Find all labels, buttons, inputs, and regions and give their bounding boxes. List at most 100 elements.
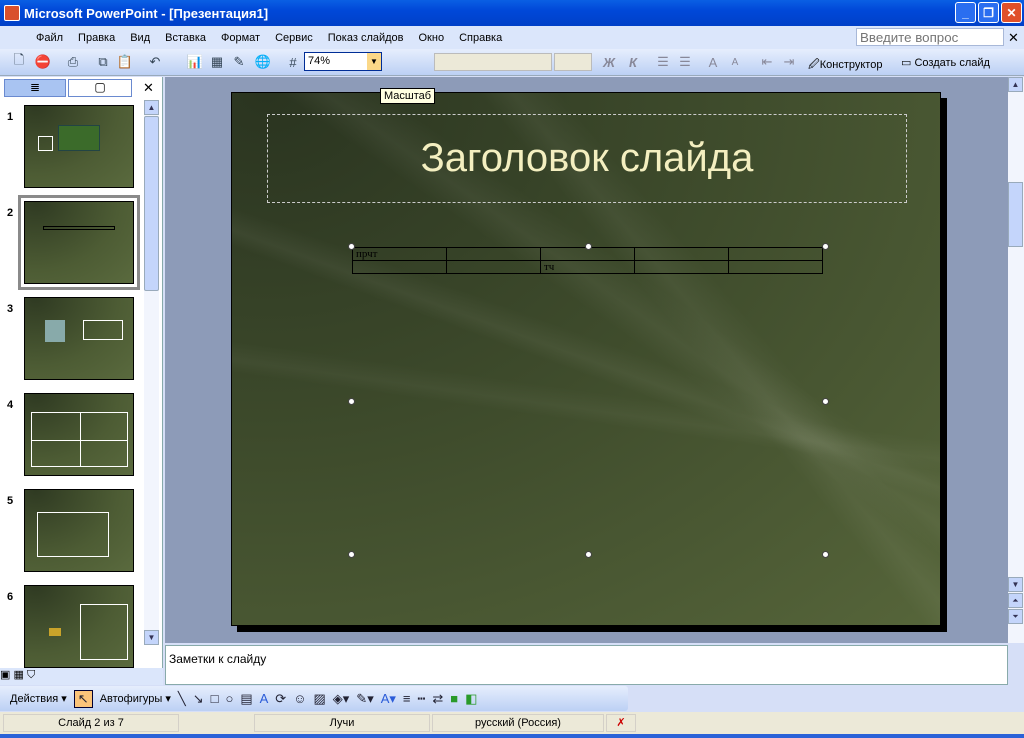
table-cell[interactable] [634, 260, 729, 274]
menu-help[interactable]: Справка [459, 32, 502, 44]
scroll-down-icon[interactable]: ▼ [1008, 577, 1023, 592]
3d-icon[interactable]: ◧ [465, 691, 477, 707]
powerpoint-app-icon[interactable] [4, 5, 20, 21]
slide-canvas[interactable]: Заголовок слайда прчт тч [231, 92, 941, 626]
print-icon[interactable]: ⎙ [64, 53, 82, 71]
resize-handle[interactable] [585, 243, 592, 250]
scroll-thumb[interactable] [144, 116, 159, 291]
oval-icon[interactable]: ○ [225, 691, 233, 706]
increase-indent-icon[interactable]: ⇥ [780, 53, 798, 71]
resize-handle[interactable] [585, 551, 592, 558]
numbering-icon[interactable]: ☰ [654, 53, 672, 71]
line-icon[interactable]: ╲ [178, 691, 186, 707]
select-pointer-icon[interactable]: ↖ [73, 689, 93, 708]
undo-icon[interactable]: ↶ [146, 53, 164, 71]
actions-menu[interactable]: Действия ▾ [10, 692, 67, 705]
menu-window[interactable]: Окно [419, 32, 445, 44]
resize-handle[interactable] [822, 551, 829, 558]
resize-handle[interactable] [822, 243, 829, 250]
menu-insert[interactable]: Вставка [165, 32, 206, 44]
minimize-button[interactable]: _ [955, 2, 976, 23]
menu-file[interactable]: Файл [36, 32, 63, 44]
slide-thumbnail-3[interactable] [24, 297, 134, 380]
help-question-input[interactable] [856, 28, 1004, 46]
chart-icon[interactable]: 📊 [186, 53, 204, 71]
textbox-icon[interactable]: ▤ [240, 691, 252, 707]
new-icon[interactable]: 🗋 [10, 52, 28, 71]
copy-icon[interactable]: ⧉ [94, 53, 112, 71]
spelling-icon[interactable]: ✗ [606, 714, 636, 732]
arrow-icon[interactable]: ↘ [193, 691, 204, 707]
resize-handle[interactable] [348, 243, 355, 250]
autoshapes-menu[interactable]: Автофигуры ▾ [100, 692, 171, 705]
bold-button[interactable]: Ж [600, 53, 618, 71]
table-cell[interactable] [634, 247, 729, 261]
increase-font-icon[interactable]: A [704, 53, 722, 71]
line-color-icon[interactable]: ✎▾ [356, 691, 373, 707]
close-button[interactable]: ✕ [1001, 2, 1022, 23]
zoom-select[interactable]: 74% ▼ [304, 52, 382, 71]
menu-edit[interactable]: Правка [78, 32, 115, 44]
tab-outline[interactable]: ≣ [4, 79, 66, 97]
fill-color-icon[interactable]: ◈▾ [333, 691, 350, 707]
clipart-icon[interactable]: ☺ [293, 691, 306, 706]
resize-handle[interactable] [348, 398, 355, 405]
paste-icon[interactable]: 📋 [116, 53, 134, 71]
grid-icon[interactable]: # [284, 53, 302, 71]
picture-icon[interactable]: ▨ [313, 691, 325, 707]
permission-icon[interactable]: ⛔ [34, 53, 52, 71]
close-pane-icon[interactable]: ✕ [143, 80, 154, 96]
hyperlink-icon[interactable]: 🌐 [254, 53, 272, 71]
dash-style-icon[interactable]: ┅ [418, 691, 426, 707]
arrow-style-icon[interactable]: ⇄ [432, 691, 443, 707]
table-cell[interactable] [728, 260, 823, 274]
slide-sorter-icon[interactable]: ▦ [13, 669, 23, 681]
new-slide-button[interactable]: ▭ Создать слайд [901, 56, 990, 69]
table-icon[interactable]: ▦ [208, 53, 226, 71]
slide-thumbnail-6[interactable] [24, 585, 134, 668]
notes-pane[interactable]: Заметки к слайду [165, 645, 1008, 685]
font-size-select[interactable] [554, 53, 592, 71]
diagram-icon[interactable]: ⟳ [275, 691, 286, 707]
next-slide-icon[interactable]: ⏷ [1008, 609, 1023, 624]
menu-format[interactable]: Формат [221, 32, 260, 44]
scroll-thumb[interactable] [1008, 182, 1023, 247]
table-cell[interactable] [446, 247, 541, 261]
bullets-icon[interactable]: ☰ [676, 53, 694, 71]
table-cell[interactable]: прчт [352, 247, 447, 261]
tables-borders-icon[interactable]: ✎ [230, 53, 248, 71]
font-select[interactable] [434, 53, 552, 71]
title-placeholder[interactable]: Заголовок слайда [267, 114, 907, 203]
slide-scrollbar[interactable]: ▲ ▼ ⏶ ⏷ [1008, 77, 1024, 643]
slide-thumbnail-1[interactable] [24, 105, 134, 188]
italic-button[interactable]: К [624, 53, 642, 71]
menu-view[interactable]: Вид [130, 32, 150, 44]
table-cell[interactable]: тч [540, 260, 635, 274]
resize-handle[interactable] [822, 398, 829, 405]
designer-button[interactable]: 🖉Конструктор [808, 56, 882, 75]
menu-slideshow[interactable]: Показ слайдов [328, 32, 404, 44]
slides-pane-scrollbar[interactable]: ▲ ▼ [144, 100, 159, 645]
normal-view-icon[interactable]: ▣ [0, 669, 10, 681]
restore-button[interactable]: ❐ [978, 2, 999, 23]
table-cell[interactable] [446, 260, 541, 274]
decrease-font-icon[interactable]: A [726, 53, 744, 71]
wordart-icon[interactable]: A [260, 691, 269, 706]
scroll-up-icon[interactable]: ▲ [1008, 77, 1023, 92]
table-cell[interactable] [352, 260, 447, 274]
scroll-up-icon[interactable]: ▲ [144, 100, 159, 115]
rectangle-icon[interactable]: □ [211, 691, 219, 706]
line-style-icon[interactable]: ≡ [403, 691, 411, 706]
slide-thumbnail-4[interactable] [24, 393, 134, 476]
slide-table[interactable]: прчт тч [352, 247, 823, 274]
shadow-icon[interactable]: ■ [450, 691, 458, 706]
tab-slides[interactable]: ▢ [68, 79, 132, 97]
slideshow-view-icon[interactable]: ⛉ [27, 669, 35, 681]
previous-slide-icon[interactable]: ⏶ [1008, 593, 1023, 608]
resize-handle[interactable] [348, 551, 355, 558]
slide-thumbnail-5[interactable] [24, 489, 134, 572]
menu-tools[interactable]: Сервис [275, 32, 313, 44]
font-color-icon[interactable]: A▾ [381, 691, 396, 707]
decrease-indent-icon[interactable]: ⇤ [758, 53, 776, 71]
close-document-icon[interactable]: ✕ [1008, 30, 1019, 46]
